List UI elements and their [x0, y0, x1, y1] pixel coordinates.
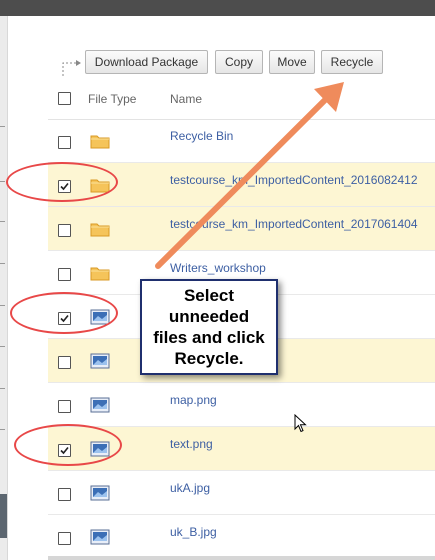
callout-line: Select [183, 286, 235, 305]
mouse-cursor-icon [294, 414, 307, 433]
highlight-circle [6, 162, 118, 202]
table-footer-edge [48, 556, 435, 560]
callout-line: unneeded [168, 307, 250, 326]
callout-line: Recycle. [174, 349, 244, 368]
instruction-callout: Select unneeded files and click Recycle. [140, 279, 278, 375]
annotation-arrow-shaft [155, 96, 329, 269]
highlight-circle [10, 292, 118, 334]
highlight-circle [14, 424, 122, 466]
callout-line: files and click [153, 328, 265, 347]
